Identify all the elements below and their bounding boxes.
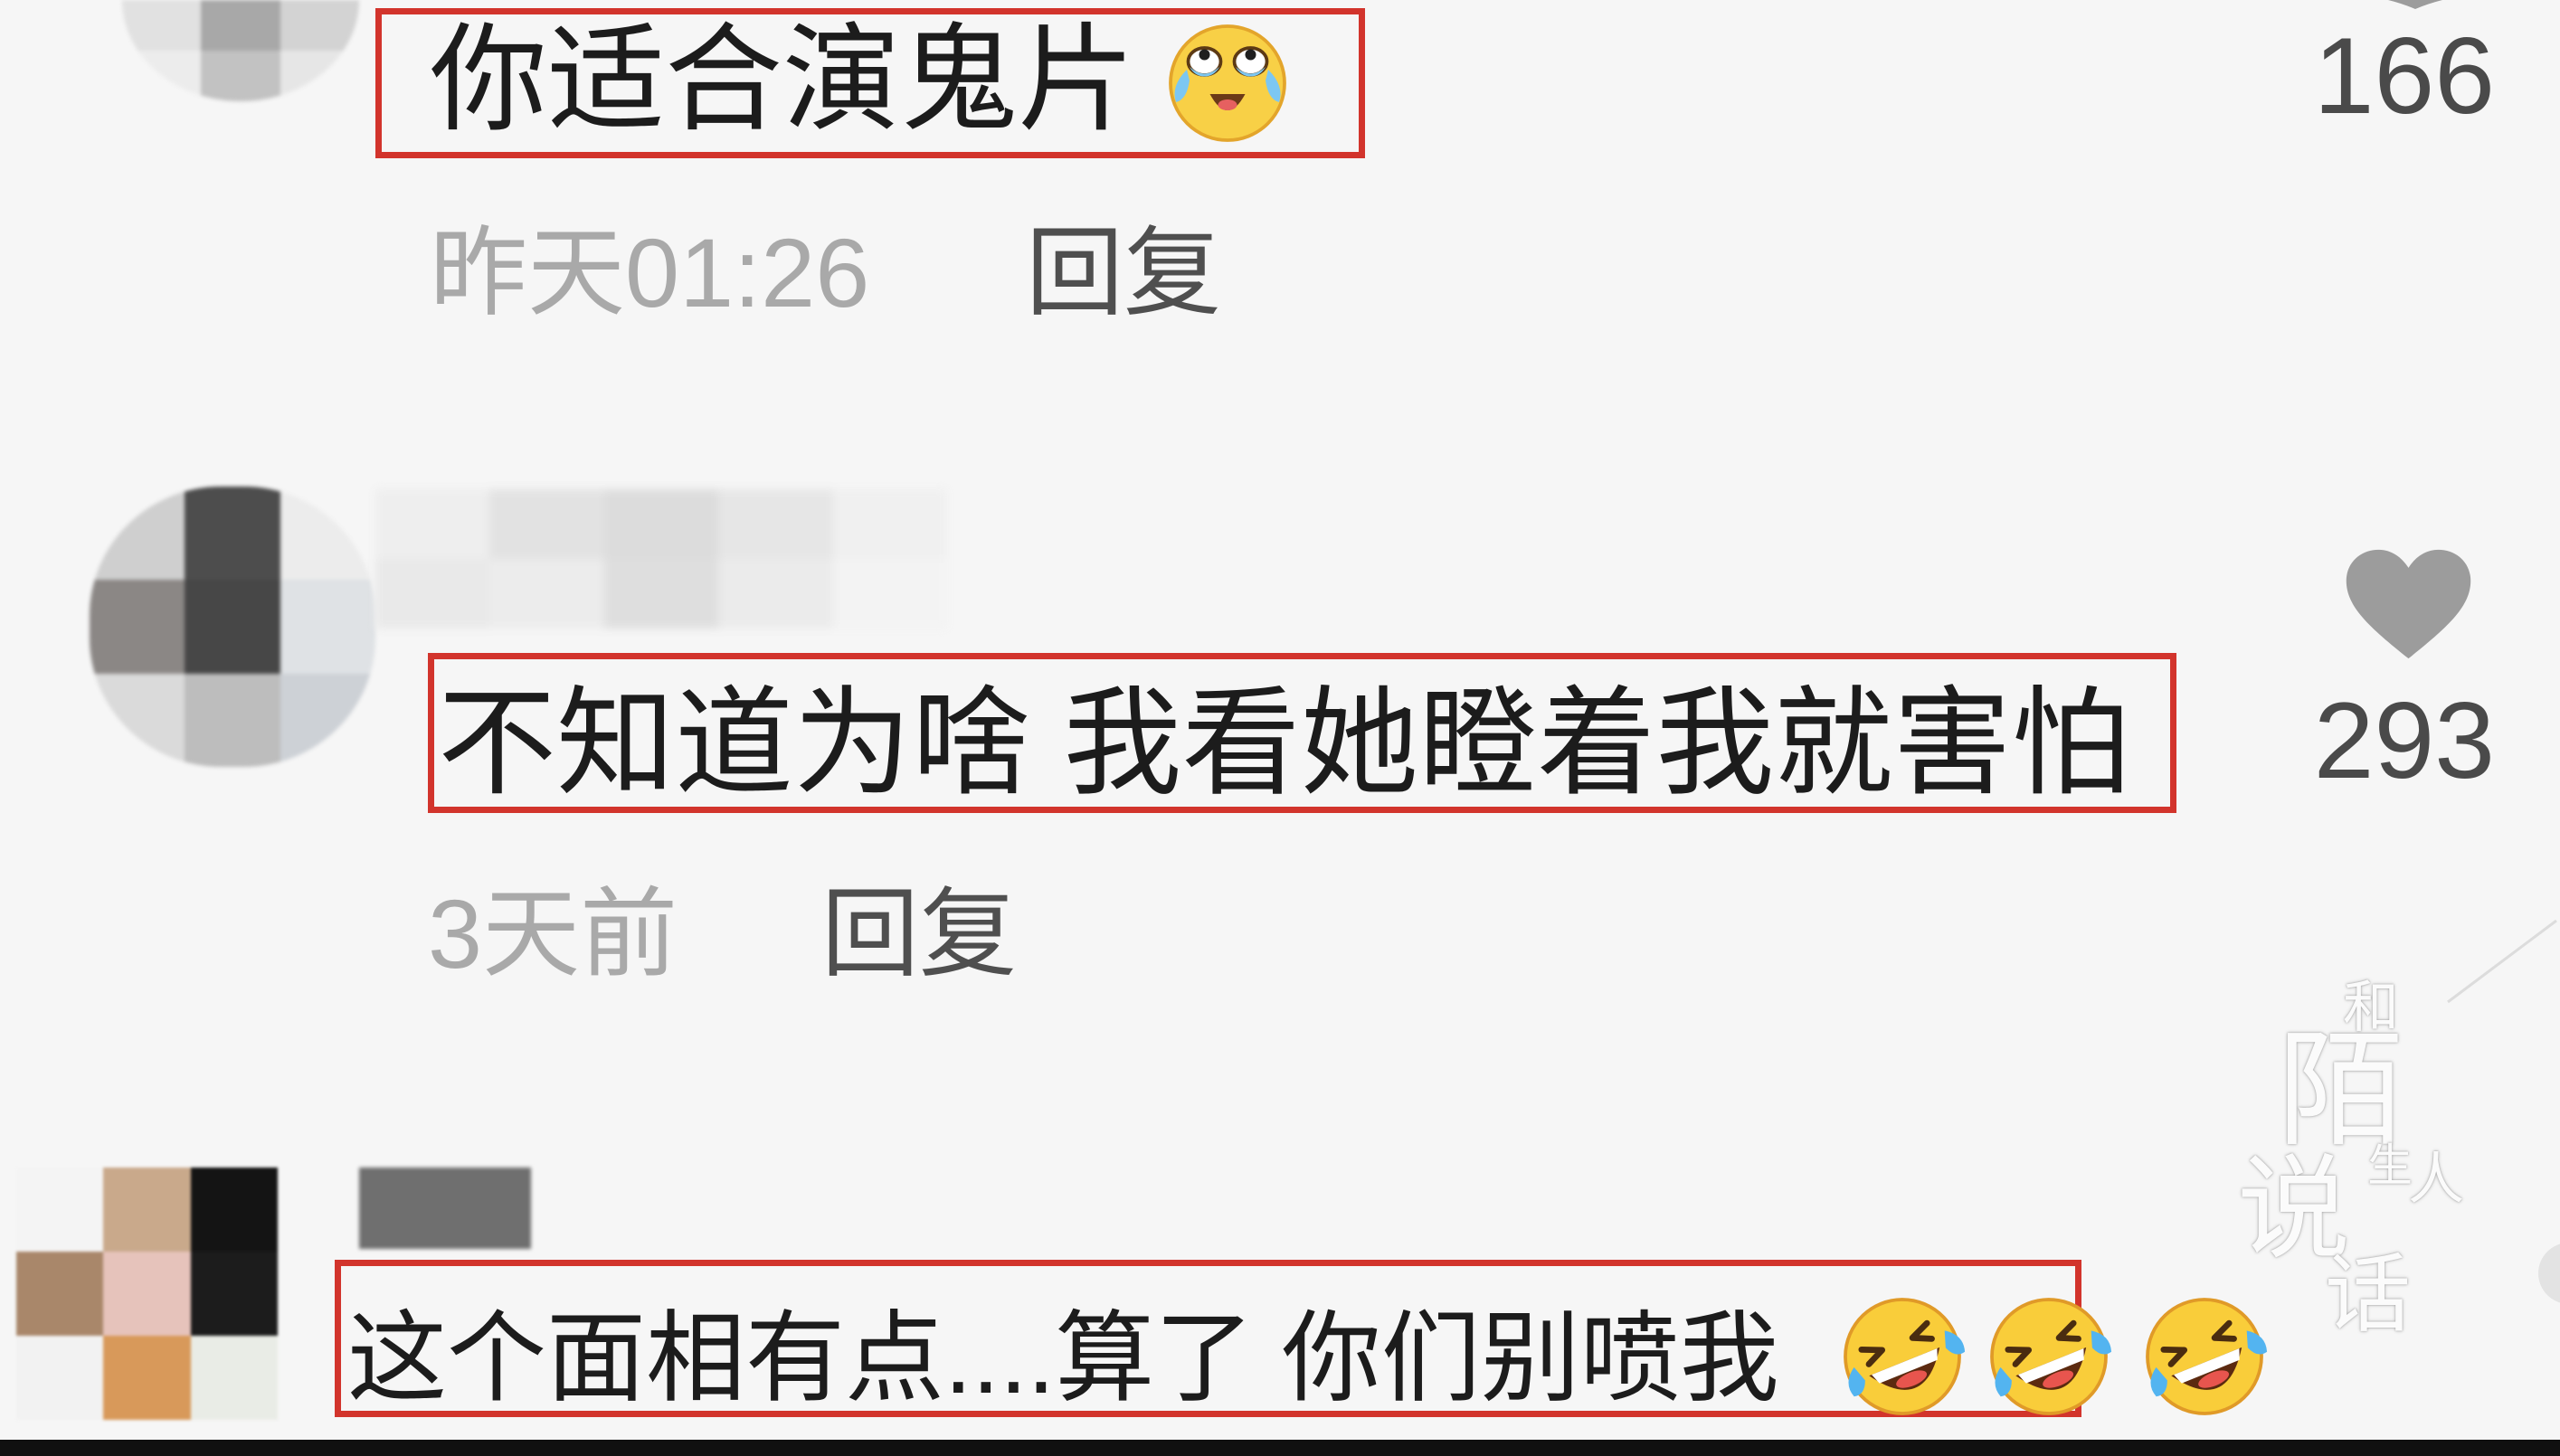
username-mosaic-tile [375, 489, 490, 559]
comment-timestamp: 昨天01:26 [430, 218, 870, 327]
watermark-char: 人 [2408, 1146, 2465, 1212]
comment-text: 你适合演鬼片 [430, 14, 1136, 146]
avatar-mosaic-tile [103, 1336, 191, 1420]
username-mosaic-tile [832, 489, 947, 559]
watermark-char: 话 [2325, 1245, 2412, 1345]
avatar-mosaic-tile [280, 673, 375, 767]
username-mosaic-tile [603, 489, 719, 559]
heart-icon [2388, 0, 2442, 9]
avatar-mosaic-tile [16, 1336, 104, 1420]
avatar-mosaic-tile [122, 0, 202, 51]
avatar-mosaic-tile [185, 487, 280, 581]
avatar-mosaic-tile [201, 51, 280, 101]
heart-icon[interactable] [2527, 1237, 2560, 1309]
avatar-mosaic-tile [280, 0, 359, 51]
username-mosaic-tile [718, 559, 833, 629]
avatar-mosaic-tile [90, 580, 185, 674]
avatar-mosaic-tile [201, 0, 280, 51]
avatar-mosaic-tile [280, 487, 375, 581]
avatar-mosaic-tile [280, 580, 375, 674]
tears-of-joy-icon [1169, 24, 1286, 142]
heart-icon [2346, 549, 2471, 659]
reply-button[interactable]: 回复 [1026, 224, 1221, 322]
watermark-char: 生 [2367, 1139, 2413, 1192]
comment-list: 你适合演鬼片 166 昨天01:26 回复 不知道为啥 我看她瞪着我就害怕 29… [0, 0, 2560, 1456]
avatar-mosaic-tile [190, 1336, 278, 1420]
avatar-mosaic-tile [280, 51, 359, 101]
user-avatar[interactable] [90, 487, 375, 767]
avatar-mosaic-tile [103, 1168, 191, 1252]
reply-button[interactable]: 回复 [821, 885, 1017, 983]
user-avatar[interactable] [16, 1168, 278, 1420]
avatar-mosaic-tile [190, 1168, 278, 1252]
avatar-mosaic-tile [103, 1252, 191, 1336]
avatar-mosaic-tile [122, 51, 202, 101]
comment-timestamp: 3天前 [428, 879, 678, 988]
watermark-char: 陌 [2278, 1017, 2405, 1165]
avatar-mosaic-tile [90, 487, 185, 581]
username-mosaic-tile [832, 559, 947, 629]
watermark-stroke [2447, 919, 2557, 1004]
avatar-mosaic-tile [185, 673, 280, 767]
comment-text: 这个面相有点....算了 你们别喷我 [347, 1303, 1779, 1414]
avatar-mosaic-tile [90, 673, 185, 767]
user-avatar[interactable] [122, 0, 359, 101]
avatar-mosaic-tile [190, 1252, 278, 1336]
username-mosaic-tile [375, 559, 490, 629]
rofl-icon [1844, 1298, 1966, 1415]
username-redacted[interactable] [359, 1168, 531, 1249]
avatar-mosaic-tile [185, 580, 280, 674]
username-mosaic-tile [718, 489, 833, 559]
avatar-mosaic-tile [16, 1168, 104, 1252]
username-redacted[interactable] [375, 489, 947, 629]
rofl-icon [2146, 1298, 2268, 1415]
comment-text: 不知道为啥 我看她瞪着我就害怕 [438, 676, 2130, 809]
bottom-bar [0, 1440, 2560, 1456]
like-count: 293 [2313, 680, 2495, 801]
username-mosaic-tile [603, 559, 719, 629]
username-mosaic-tile [489, 559, 604, 629]
like-count: 166 [2313, 15, 2495, 137]
rofl-icon [1990, 1298, 2112, 1415]
username-mosaic-tile [489, 489, 604, 559]
avatar-mosaic-tile [16, 1252, 104, 1336]
